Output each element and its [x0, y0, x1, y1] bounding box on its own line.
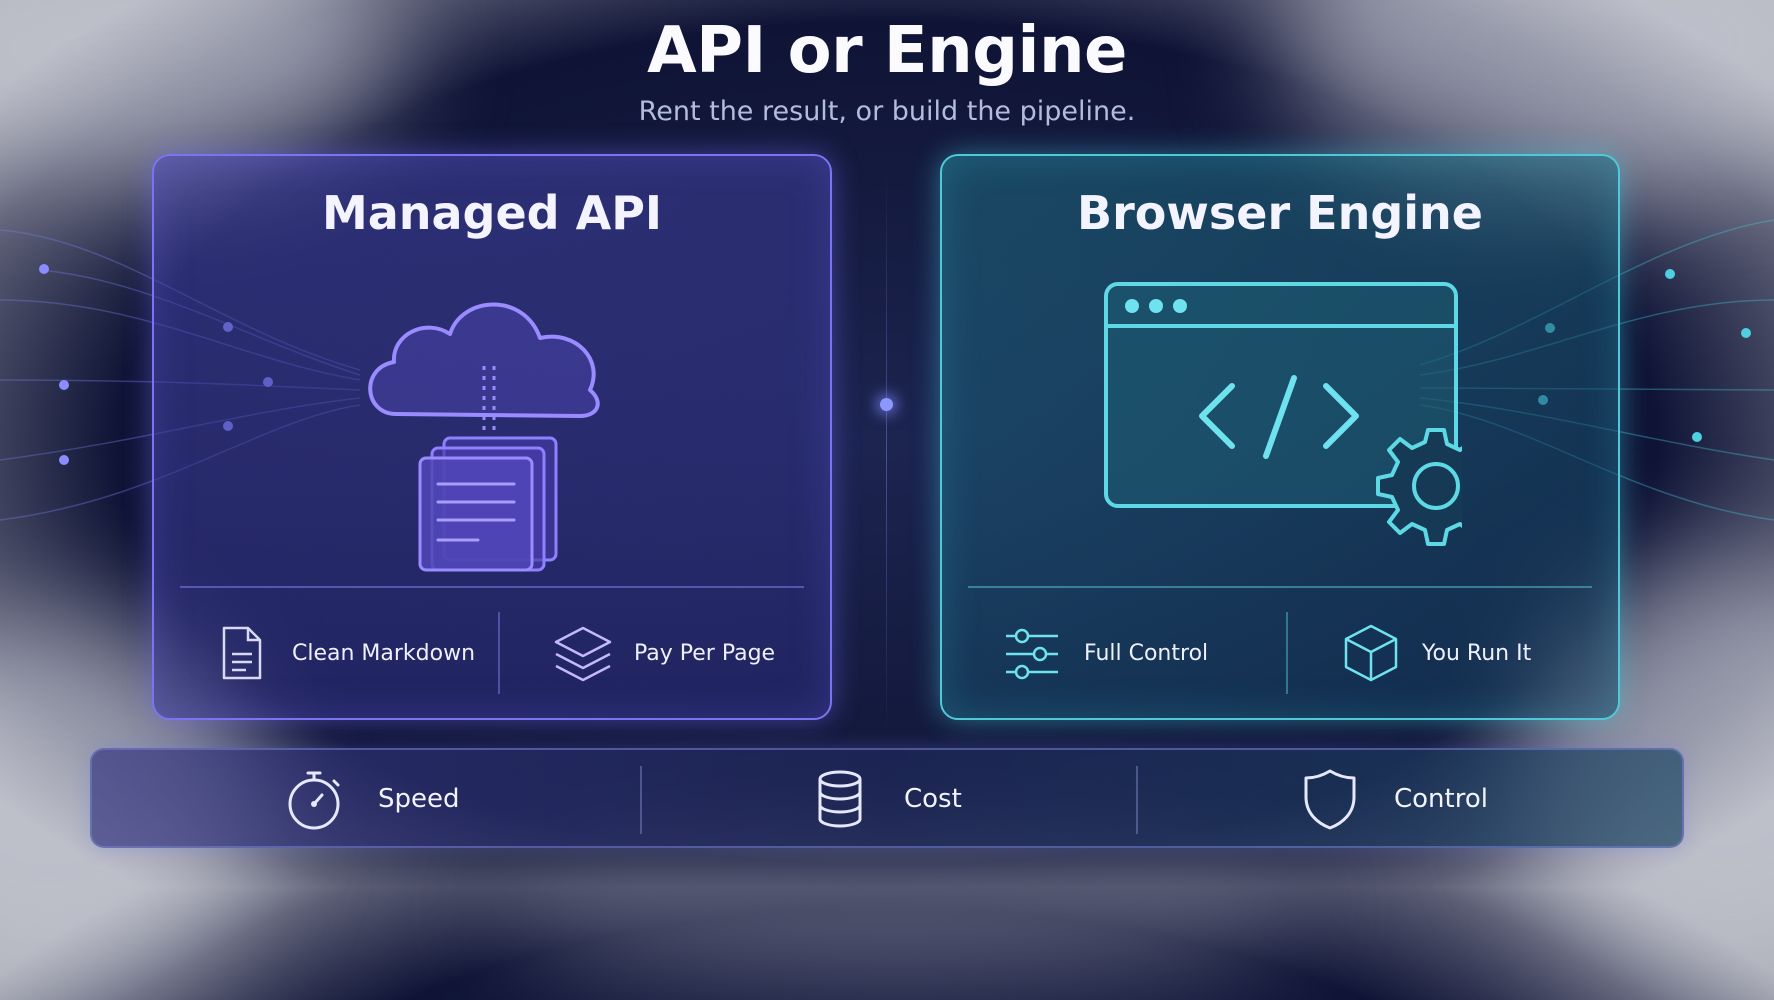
comparison-bar: Speed Cost Control — [90, 748, 1684, 848]
managed-api-card: Managed API Clean Markdown Pay Per Page — [152, 154, 832, 720]
feature-label: You Run It — [1422, 640, 1532, 666]
stopwatch-icon — [288, 771, 340, 830]
feature-label: Full Control — [1084, 640, 1209, 666]
bar-item-speed: Speed — [282, 764, 460, 834]
browser-engine-card: Browser Engine Full Control You Run It — [940, 154, 1620, 720]
browser-code-gear-icon — [1104, 282, 1462, 546]
page-subtitle: Rent the result, or build the pipeline. — [638, 96, 1136, 127]
bar-label: Speed — [378, 784, 460, 814]
cloud-documents-icon — [368, 302, 600, 572]
managed-api-divider — [180, 586, 804, 588]
bar-item-control: Control — [1298, 764, 1488, 834]
document-icon — [222, 626, 262, 680]
bar-separator — [640, 766, 642, 834]
center-node — [880, 398, 893, 411]
feature-pay-per-page: Pay Per Page — [552, 618, 775, 688]
bar-label: Cost — [904, 784, 962, 814]
managed-api-title: Managed API — [321, 186, 663, 240]
layers-icon — [554, 626, 612, 682]
feature-full-control: Full Control — [1002, 618, 1208, 688]
bar-label: Control — [1394, 784, 1488, 814]
browser-engine-title: Browser Engine — [1077, 186, 1483, 240]
browser-engine-divider — [968, 586, 1592, 588]
feature-label: Pay Per Page — [634, 640, 776, 666]
sliders-icon — [1006, 628, 1058, 680]
center-divider — [886, 170, 887, 740]
bar-separator — [1136, 766, 1138, 834]
feature-separator — [1286, 612, 1288, 694]
feature-separator — [498, 612, 500, 694]
page-title: API or Engine — [647, 14, 1127, 88]
feature-clean-markdown: Clean Markdown — [210, 618, 475, 688]
feature-you-run-it: You Run It — [1340, 618, 1531, 688]
feature-label: Clean Markdown — [292, 640, 476, 666]
bar-item-cost: Cost — [808, 764, 962, 834]
cube-icon — [1344, 624, 1398, 682]
database-icon — [818, 770, 862, 828]
shield-icon — [1304, 769, 1356, 830]
